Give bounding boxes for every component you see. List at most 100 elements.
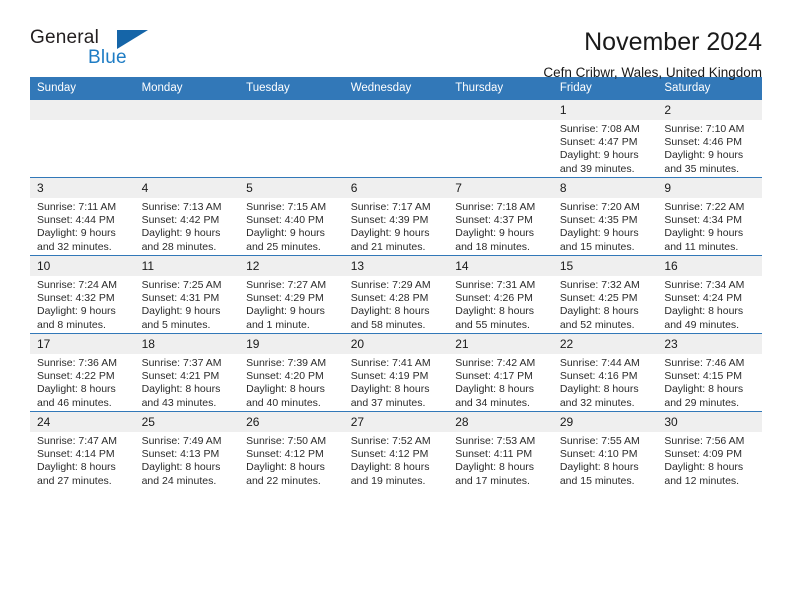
day-details: Sunrise: 7:37 AM Sunset: 4:21 PM Daylight:…	[135, 354, 240, 410]
sunrise-text: Sunrise: 7:29 AM	[350, 279, 431, 291]
calendar-day-cell[interactable]: 28 Sunrise: 7:53 AM Sunset: 4:11 PM Dayligh…	[448, 411, 553, 489]
day-number: 28	[448, 412, 553, 432]
sunrise-text: Sunrise: 7:44 AM	[559, 357, 640, 369]
daylight-text: Daylight: 8 hours and 34 minutes.	[455, 383, 535, 409]
day-details: Sunrise: 7:11 AM Sunset: 4:44 PM Daylight:…	[30, 198, 135, 254]
sunset-text: Sunset: 4:16 PM	[559, 370, 638, 383]
day-details: Sunrise: 7:32 AM Sunset: 4:25 PM Daylight:…	[553, 276, 658, 332]
day-number: 14	[448, 256, 553, 276]
calendar-day-cell-empty	[30, 99, 135, 178]
sunset-text: Sunset: 4:12 PM	[246, 448, 324, 461]
calendar-day-cell[interactable]: 26 Sunrise: 7:50 AM Sunset: 4:12 PM Dayligh…	[239, 411, 344, 489]
calendar-day-cell[interactable]: 27 Sunrise: 7:52 AM Sunset: 4:12 PM Dayligh…	[343, 411, 449, 489]
day-details: Sunrise: 7:27 AM Sunset: 4:29 PM Daylight:…	[239, 276, 344, 332]
weekday-sunday: Sunday	[30, 77, 135, 100]
day-details: Sunrise: 7:15 AM Sunset: 4:40 PM Daylight:…	[239, 198, 344, 254]
calendar-day-cell[interactable]: 17 Sunrise: 7:36 AM Sunset: 4:22 PM Dayligh…	[30, 333, 135, 412]
day-details: Sunrise: 7:47 AM Sunset: 4:14 PM Daylight:…	[30, 432, 135, 488]
day-details: Sunrise: 7:44 AM Sunset: 4:16 PM Daylight:…	[553, 354, 658, 410]
calendar-body: 1 Sunrise: 7:08 AM Sunset: 4:47 PM Daylight…	[30, 99, 762, 489]
sunrise-text: Sunrise: 7:52 AM	[350, 435, 431, 447]
daylight-text: Daylight: 9 hours and 8 minutes.	[37, 305, 116, 331]
calendar-day-cell[interactable]: 18 Sunrise: 7:37 AM Sunset: 4:21 PM Dayligh…	[134, 333, 240, 412]
calendar-day-cell[interactable]: 16 Sunrise: 7:34 AM Sunset: 4:24 PM Dayligh…	[657, 255, 762, 334]
calendar-day-cell[interactable]: 5 Sunrise: 7:15 AM Sunset: 4:40 PM Daylight…	[239, 177, 344, 256]
calendar-day-cell[interactable]: 9 Sunrise: 7:22 AM Sunset: 4:34 PM Daylight…	[657, 177, 762, 256]
calendar-day-cell[interactable]: 10 Sunrise: 7:24 AM Sunset: 4:32 PM Dayligh…	[30, 255, 135, 334]
day-number: 29	[552, 412, 658, 432]
sunrise-text: Sunrise: 7:49 AM	[141, 435, 222, 447]
calendar-day-cell[interactable]: 3 Sunrise: 7:11 AM Sunset: 4:44 PM Daylight…	[30, 177, 135, 256]
sunset-text: Sunset: 4:28 PM	[350, 292, 429, 305]
calendar-day-cell[interactable]: 7 Sunrise: 7:18 AM Sunset: 4:37 PM Daylight…	[448, 177, 553, 256]
calendar-day-cell[interactable]: 19 Sunrise: 7:39 AM Sunset: 4:20 PM Dayligh…	[239, 333, 344, 412]
calendar-day-cell[interactable]: 13 Sunrise: 7:29 AM Sunset: 4:28 PM Dayligh…	[343, 255, 449, 334]
calendar-day-cell[interactable]: 22 Sunrise: 7:44 AM Sunset: 4:16 PM Dayligh…	[552, 333, 658, 412]
sunrise-text: Sunrise: 7:10 AM	[664, 123, 745, 135]
calendar-day-cell[interactable]: 23 Sunrise: 7:46 AM Sunset: 4:15 PM Dayligh…	[657, 333, 762, 412]
sunrise-text: Sunrise: 7:17 AM	[350, 201, 431, 213]
calendar-day-cell[interactable]: 21 Sunrise: 7:42 AM Sunset: 4:17 PM Dayligh…	[448, 333, 553, 412]
day-number: 2	[657, 100, 762, 120]
sunrise-text: Sunrise: 7:50 AM	[246, 435, 327, 447]
sunset-text: Sunset: 4:20 PM	[246, 370, 324, 383]
calendar-day-cell[interactable]: 25 Sunrise: 7:49 AM Sunset: 4:13 PM Dayligh…	[134, 411, 240, 489]
day-number: 21	[448, 334, 553, 354]
day-details: Sunrise: 7:31 AM Sunset: 4:26 PM Daylight:…	[448, 276, 553, 332]
sunrise-text: Sunrise: 7:36 AM	[37, 357, 117, 369]
day-number: 24	[30, 412, 135, 432]
sunrise-text: Sunrise: 7:39 AM	[246, 357, 327, 369]
daylight-text: Daylight: 8 hours and 24 minutes.	[141, 461, 221, 487]
calendar-day-cell[interactable]: 4 Sunrise: 7:13 AM Sunset: 4:42 PM Daylight…	[134, 177, 240, 256]
calendar-day-cell[interactable]: 14 Sunrise: 7:31 AM Sunset: 4:26 PM Dayligh…	[448, 255, 553, 334]
day-number: 6	[343, 178, 449, 198]
calendar-day-cell[interactable]: 29 Sunrise: 7:55 AM Sunset: 4:10 PM Dayligh…	[552, 411, 658, 489]
calendar-day-cell[interactable]: 2 Sunrise: 7:10 AM Sunset: 4:46 PM Daylight…	[657, 99, 762, 178]
sunset-text: Sunset: 4:29 PM	[246, 292, 324, 305]
daylight-text: Daylight: 8 hours and 22 minutes.	[246, 461, 325, 487]
calendar-day-cell[interactable]: 20 Sunrise: 7:41 AM Sunset: 4:19 PM Dayligh…	[343, 333, 449, 412]
day-number: 7	[448, 178, 553, 198]
day-number: 30	[657, 412, 762, 432]
calendar-day-cell[interactable]: 8 Sunrise: 7:20 AM Sunset: 4:35 PM Daylight…	[552, 177, 658, 256]
calendar-day-cell[interactable]: 6 Sunrise: 7:17 AM Sunset: 4:39 PM Daylight…	[343, 177, 449, 256]
calendar-day-cell[interactable]: 1 Sunrise: 7:08 AM Sunset: 4:47 PM Daylight…	[552, 99, 658, 178]
daylight-text: Daylight: 8 hours and 52 minutes.	[559, 305, 639, 331]
sunrise-text: Sunrise: 7:25 AM	[141, 279, 222, 291]
day-details: Sunrise: 7:20 AM Sunset: 4:35 PM Daylight:…	[553, 198, 658, 254]
day-number: 19	[239, 334, 344, 354]
day-number: 15	[552, 256, 658, 276]
calendar-day-cell[interactable]: 15 Sunrise: 7:32 AM Sunset: 4:25 PM Dayligh…	[552, 255, 658, 334]
daylight-text: Daylight: 9 hours and 28 minutes.	[141, 227, 221, 253]
calendar-grid: Sunday Monday Tuesday Wednesday Thursday…	[30, 77, 762, 489]
day-details: Sunrise: 7:24 AM Sunset: 4:32 PM Daylight:…	[30, 276, 135, 332]
day-details: Sunrise: 7:08 AM Sunset: 4:47 PM Daylight:…	[553, 120, 658, 176]
day-number	[448, 100, 553, 120]
daylight-text: Daylight: 8 hours and 58 minutes.	[350, 305, 430, 331]
calendar-day-cell[interactable]: 24 Sunrise: 7:47 AM Sunset: 4:14 PM Dayligh…	[30, 411, 135, 489]
day-details: Sunrise: 7:29 AM Sunset: 4:28 PM Daylight:…	[344, 276, 449, 332]
day-number: 10	[30, 256, 135, 276]
sunrise-text: Sunrise: 7:37 AM	[141, 357, 222, 369]
sunrise-text: Sunrise: 7:20 AM	[559, 201, 640, 213]
day-details: Sunrise: 7:18 AM Sunset: 4:37 PM Daylight:…	[448, 198, 553, 254]
day-details: Sunrise: 7:46 AM Sunset: 4:15 PM Daylight:…	[657, 354, 762, 410]
daylight-text: Daylight: 9 hours and 5 minutes.	[141, 305, 221, 331]
calendar-day-cell[interactable]: 30 Sunrise: 7:56 AM Sunset: 4:09 PM Dayligh…	[657, 411, 762, 489]
daylight-text: Daylight: 8 hours and 15 minutes.	[559, 461, 639, 487]
daylight-text: Daylight: 8 hours and 55 minutes.	[455, 305, 535, 331]
sunset-text: Sunset: 4:19 PM	[350, 370, 429, 383]
daylight-text: Daylight: 8 hours and 27 minutes.	[37, 461, 116, 487]
sunset-text: Sunset: 4:13 PM	[141, 448, 220, 461]
day-number: 13	[343, 256, 449, 276]
sunset-text: Sunset: 4:44 PM	[37, 214, 115, 227]
calendar-day-cell[interactable]: 11 Sunrise: 7:25 AM Sunset: 4:31 PM Dayligh…	[134, 255, 240, 334]
sunset-text: Sunset: 4:31 PM	[141, 292, 220, 305]
daylight-text: Daylight: 9 hours and 11 minutes.	[664, 227, 744, 253]
calendar-day-cell[interactable]: 12 Sunrise: 7:27 AM Sunset: 4:29 PM Dayligh…	[239, 255, 344, 334]
day-details: Sunrise: 7:13 AM Sunset: 4:42 PM Daylight:…	[135, 198, 240, 254]
sunset-text: Sunset: 4:42 PM	[141, 214, 220, 227]
sunset-text: Sunset: 4:37 PM	[455, 214, 533, 227]
day-details: Sunrise: 7:39 AM Sunset: 4:20 PM Daylight:…	[239, 354, 344, 410]
day-details: Sunrise: 7:55 AM Sunset: 4:10 PM Daylight:…	[553, 432, 658, 488]
